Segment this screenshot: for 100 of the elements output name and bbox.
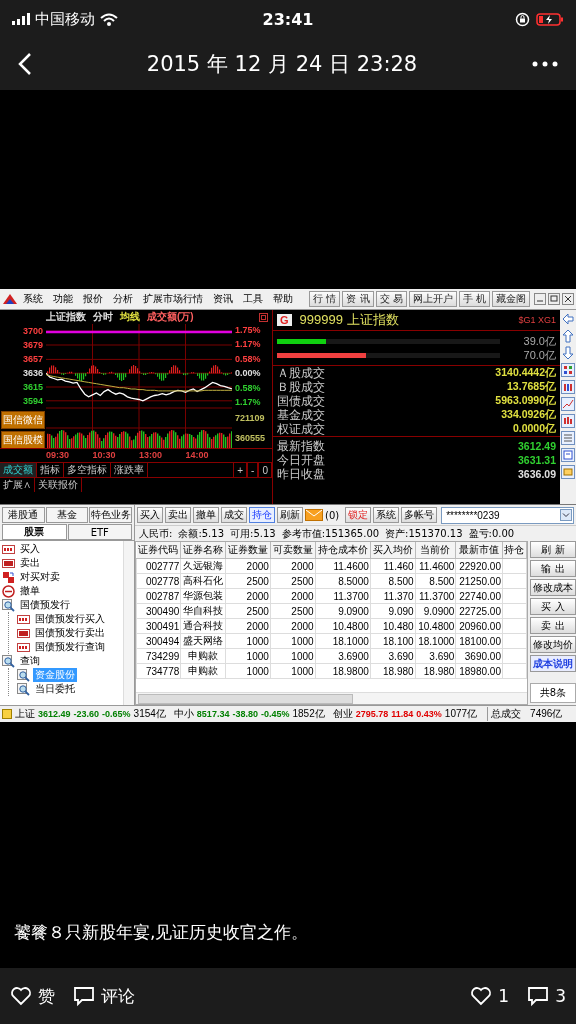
zoom-button[interactable]: +	[233, 463, 248, 477]
menu-item[interactable]: 分析	[108, 292, 138, 306]
like-count[interactable]: 1	[470, 985, 510, 1007]
toolbar-button[interactable]: 多帐号	[401, 507, 438, 523]
maximize-icon[interactable]	[548, 293, 560, 305]
close-icon[interactable]	[562, 293, 574, 305]
panel-tab[interactable]: 关联报价	[35, 478, 82, 492]
toolbar-button[interactable]: 网上开户	[408, 291, 457, 307]
menu-item[interactable]: 资讯	[208, 292, 238, 306]
table-cell: 2500	[270, 603, 316, 619]
grid-icon[interactable]	[561, 363, 575, 377]
tag-icon	[17, 640, 30, 654]
action-button[interactable]: 输 出	[530, 560, 576, 577]
category-tab[interactable]: 基金	[45, 507, 89, 523]
axis-label: 3636	[22, 367, 43, 380]
toolbar-button[interactable]: 交 易	[375, 291, 407, 307]
tree-item[interactable]: 卖出	[18, 556, 42, 570]
comment-count[interactable]: 3	[527, 985, 566, 1007]
column-header[interactable]: 最新市值	[455, 542, 503, 559]
back-icon[interactable]	[18, 52, 32, 76]
tree-item[interactable]: 查询	[18, 654, 42, 668]
indicator-tab[interactable]: 成交额	[0, 463, 37, 477]
candlestick-icon[interactable]	[561, 414, 575, 428]
line-chart-icon[interactable]	[561, 397, 575, 411]
zoom-button[interactable]: 0	[258, 463, 272, 477]
toolbar-button[interactable]: 成交	[221, 507, 247, 523]
tree-item[interactable]: 买入	[18, 542, 42, 556]
toolbar-button[interactable]: 持仓	[249, 507, 275, 523]
toolbar-button[interactable]: 藏金阁	[492, 291, 530, 307]
toolbar-button[interactable]: 资 讯	[342, 291, 374, 307]
column-header[interactable]: 证券名称	[180, 542, 226, 559]
tree-item[interactable]: 撤单	[18, 584, 42, 598]
arrow-down-icon[interactable]	[561, 346, 575, 360]
arrow-left-icon[interactable]	[561, 312, 575, 326]
tree-item[interactable]: 国债预发行卖出	[33, 626, 107, 640]
comment-button[interactable]: 评论	[73, 984, 135, 1008]
index-value: 8517.34	[196, 709, 230, 719]
toolbar-button[interactable]: 行 情	[309, 291, 341, 307]
column-header[interactable]: 证券数量	[225, 542, 271, 559]
horizontal-scrollbar[interactable]	[136, 692, 527, 704]
indicator-tab[interactable]: 涨跌率	[111, 463, 148, 477]
menu-item[interactable]: 功能	[48, 292, 78, 306]
action-button[interactable]: 成本说明	[530, 655, 576, 672]
toolbar-button[interactable]: 手 机	[458, 291, 490, 307]
table-cell: 3690.00	[455, 648, 503, 664]
arrow-up-icon[interactable]	[561, 329, 575, 343]
action-button[interactable]: 刷 新	[530, 541, 576, 558]
vertical-scrollbar[interactable]	[123, 541, 134, 705]
tree-item[interactable]: 当日委托	[33, 682, 77, 696]
side-button[interactable]: 国信股模	[1, 431, 45, 449]
toolbar-button[interactable]: 刷新	[277, 507, 303, 523]
tree-item[interactable]: 国债预发行	[18, 598, 72, 612]
caret-icon	[560, 509, 572, 521]
tree-item[interactable]: 对买对卖	[18, 570, 62, 584]
action-button[interactable]: 修改成本	[530, 579, 576, 596]
list-icon[interactable]	[561, 431, 575, 445]
category-tab[interactable]: 港股通	[2, 507, 45, 523]
restore-icon[interactable]	[259, 312, 268, 322]
toolbar-button[interactable]: 卖出	[165, 507, 191, 523]
ticker-icon[interactable]	[2, 709, 12, 719]
menu-item[interactable]: 工具	[238, 292, 268, 306]
menu-item[interactable]: 帮助	[268, 292, 298, 306]
column-header[interactable]: 持仓	[502, 542, 527, 559]
category-tab[interactable]: 特色业务	[89, 507, 132, 523]
category-tab[interactable]: 股票	[2, 524, 67, 540]
tree-item[interactable]: 国债预发行买入	[33, 612, 107, 626]
account-dropdown[interactable]: ********0239	[441, 506, 574, 524]
quote-badge: G	[277, 314, 292, 326]
indicator-tab[interactable]: 指标	[37, 463, 64, 477]
zoom-button[interactable]: -	[247, 463, 259, 477]
menu-item[interactable]: 扩展市场行情	[138, 292, 208, 306]
column-header[interactable]: 当前价	[415, 542, 456, 559]
menu-item[interactable]: 报价	[78, 292, 108, 306]
category-tab[interactable]: ETF	[67, 524, 132, 540]
column-header[interactable]: 证券代码	[136, 542, 181, 559]
bar-chart-icon[interactable]	[561, 380, 575, 394]
table-cell: 11.4600	[315, 558, 371, 574]
indicator-tab[interactable]: 多空指标	[64, 463, 111, 477]
action-button[interactable]: 卖 出	[530, 617, 576, 634]
column-header[interactable]: 买入均价	[370, 542, 416, 559]
action-button[interactable]: 买 入	[530, 598, 576, 615]
toolbar-button[interactable]: 撤单	[193, 507, 219, 523]
like-button[interactable]: 赞	[10, 984, 55, 1008]
toolbar-button[interactable]: 系统	[373, 507, 400, 523]
mail-icon[interactable]	[305, 509, 323, 521]
picture-icon[interactable]	[561, 465, 575, 479]
document-icon[interactable]	[561, 448, 575, 462]
panel-tab[interactable]: 扩展∧	[0, 478, 35, 492]
menu-item[interactable]: 系统	[18, 292, 48, 306]
column-header[interactable]: 可卖数量	[270, 542, 316, 559]
toolbar-button[interactable]: 买入	[137, 507, 163, 523]
action-button[interactable]: 修改均价	[530, 636, 576, 653]
toolbar-button[interactable]: 锁定	[345, 507, 372, 523]
column-header[interactable]: 持仓成本价	[315, 542, 371, 559]
table-cell: 2500	[270, 573, 316, 589]
minimize-icon[interactable]	[534, 293, 546, 305]
tree-item[interactable]: 国债预发行查询	[33, 640, 107, 654]
more-icon[interactable]	[532, 61, 558, 67]
index-percent: 0.43%	[416, 709, 442, 719]
side-button[interactable]: 国信微信	[1, 411, 45, 429]
